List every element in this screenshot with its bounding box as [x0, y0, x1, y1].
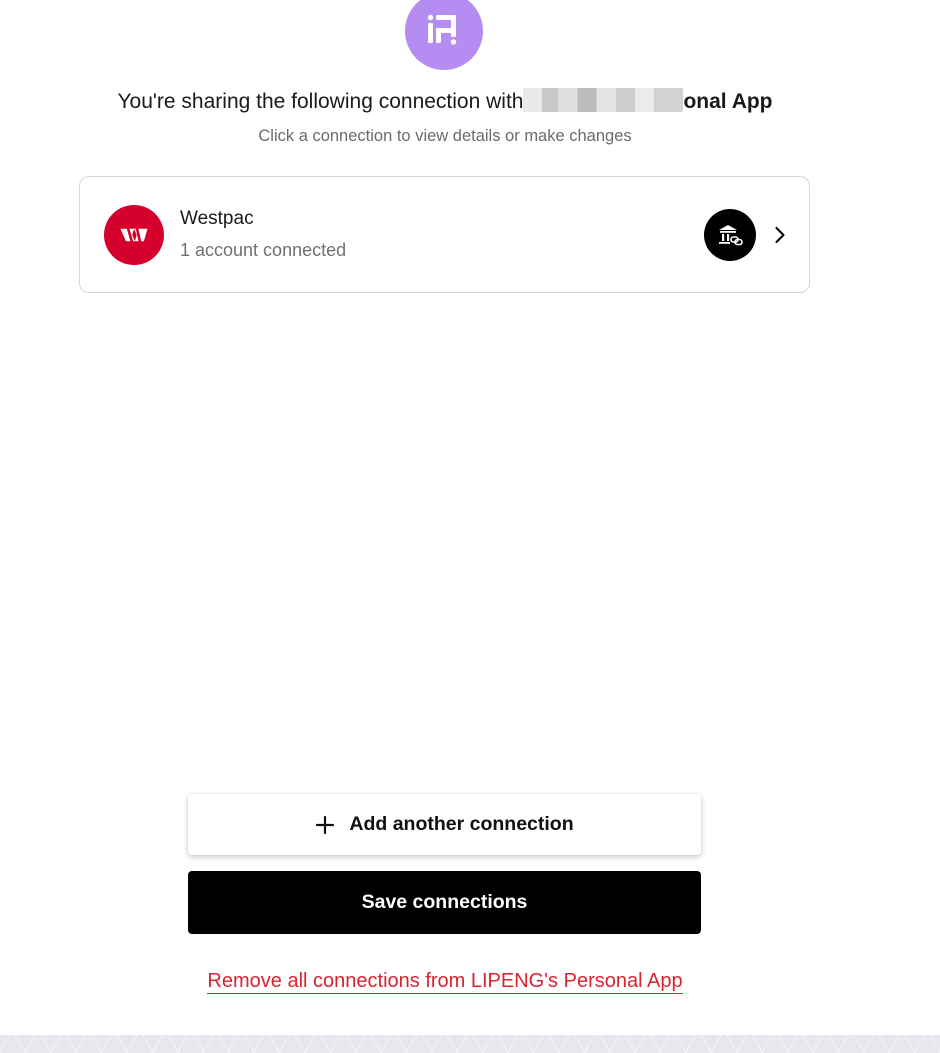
- redacted-text: [523, 88, 684, 112]
- page: You're sharing the following connection …: [0, 0, 940, 1053]
- bank-name: Westpac: [180, 208, 254, 229]
- app-logo-icon: [405, 0, 483, 70]
- add-connection-button[interactable]: Add another connection: [188, 794, 701, 855]
- add-connection-label: Add another connection: [349, 813, 574, 835]
- save-connections-button[interactable]: Save connections: [188, 871, 701, 934]
- page-subtitle: Click a connection to view details or ma…: [258, 127, 632, 145]
- remove-all-connections-link[interactable]: Remove all connections from LIPENG's Per…: [0, 970, 890, 994]
- connection-card-westpac[interactable]: Westpac 1 account connected: [79, 176, 810, 293]
- title-prefix: You're sharing the following connection …: [117, 90, 524, 113]
- footer-pattern: [0, 1035, 940, 1053]
- plus-icon: [315, 815, 335, 835]
- chevron-right-icon[interactable]: [770, 221, 790, 249]
- page-title: You're sharing the following connection …: [0, 88, 890, 114]
- connection-status: 1 account connected: [180, 240, 347, 260]
- bank-link-icon: [704, 209, 756, 261]
- title-app-name: onal App: [683, 90, 773, 113]
- remove-all-label: Remove all connections from LIPENG's Per…: [207, 970, 683, 994]
- westpac-logo: [104, 205, 164, 265]
